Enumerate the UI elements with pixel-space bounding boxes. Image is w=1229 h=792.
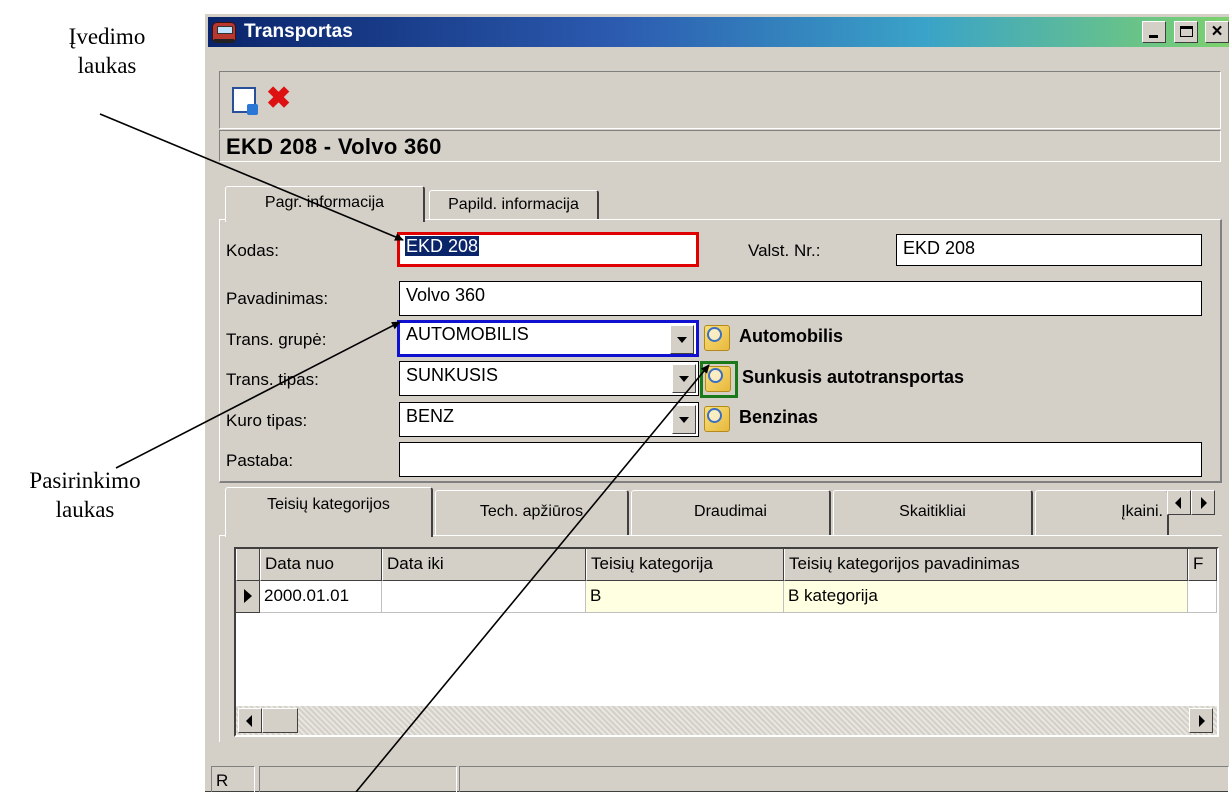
scroll-left-button[interactable]	[238, 708, 262, 733]
column-header-date-to[interactable]: Data iki	[382, 549, 586, 581]
title-bar[interactable]: Transportas ×	[208, 17, 1229, 47]
license-categories-grid: Data nuo Data iki Teisių kategorija Teis…	[234, 547, 1219, 737]
fuel-description: Benzinas	[739, 407, 819, 427]
column-header-date-from[interactable]: Data nuo	[260, 549, 382, 581]
main-info-panel: Kodas: EKD 208 Valst. Nr.: EKD 208 Pavad…	[219, 219, 1222, 483]
type-lookup-icon[interactable]	[705, 366, 731, 392]
group-select[interactable]: AUTOMOBILIS	[397, 320, 699, 357]
annotation-input-field-line2: laukas	[77, 53, 137, 78]
note-label: Pastaba:	[226, 451, 294, 470]
plate-input[interactable]: EKD 208	[896, 234, 1202, 266]
close-icon: ×	[1211, 21, 1223, 42]
column-header-partial[interactable]: F	[1188, 549, 1217, 581]
note-input[interactable]	[399, 442, 1202, 477]
horizontal-scrollbar[interactable]	[236, 706, 1217, 735]
maximize-button[interactable]	[1173, 21, 1198, 43]
record-header: EKD 208 - Volvo 360	[219, 130, 1221, 162]
new-document-icon[interactable]	[232, 87, 258, 115]
type-dropdown-button[interactable]	[672, 364, 696, 393]
scroll-thumb[interactable]	[262, 708, 298, 733]
status-panel-mode: R	[211, 766, 255, 792]
status-panel-3	[459, 766, 1229, 792]
minimize-button[interactable]	[1142, 21, 1167, 43]
name-input[interactable]: Volvo 360	[399, 281, 1202, 316]
group-description: Automobilis	[739, 326, 843, 346]
fuel-label: Kuro tipas:	[226, 411, 308, 430]
fuel-select[interactable]: BENZ	[399, 402, 699, 437]
group-select-value: AUTOMOBILIS	[406, 324, 529, 344]
type-select-value: SUNKUSIS	[406, 365, 499, 385]
close-button[interactable]: ×	[1205, 21, 1229, 43]
tab-prices[interactable]: Įkaini.	[1035, 490, 1169, 535]
grid-corner	[236, 549, 260, 581]
scroll-right-button[interactable]	[1189, 708, 1213, 733]
type-select[interactable]: SUNKUSIS	[399, 361, 699, 396]
annotation-selection-field-line2: laukas	[55, 497, 115, 522]
tab-main-info[interactable]: Pagr. informacija	[225, 186, 425, 222]
tab-extra-info[interactable]: Papild. informacija	[429, 190, 599, 220]
toolbar: ✖	[219, 71, 1221, 129]
row-indicator-icon	[236, 581, 260, 613]
group-dropdown-button[interactable]	[670, 325, 694, 354]
delete-icon[interactable]: ✖	[266, 84, 291, 114]
group-label: Trans. grupė:	[226, 330, 327, 349]
type-label: Trans. tipas:	[226, 370, 319, 389]
annotation-input-field-line1: Įvedimo	[68, 24, 146, 49]
cell-category[interactable]: B	[586, 581, 784, 613]
minimize-icon	[1149, 35, 1159, 38]
status-panel-2	[259, 766, 457, 792]
status-bar: R	[209, 766, 1229, 792]
annotation-selection-field-line1: Pasirinkimo	[29, 468, 141, 493]
tab-prices-label: Įkaini.	[1121, 503, 1163, 520]
group-lookup-icon[interactable]	[704, 325, 730, 351]
fuel-lookup-icon[interactable]	[704, 406, 730, 432]
code-input[interactable]: EKD 208	[397, 232, 699, 267]
cell-date-to[interactable]	[382, 581, 586, 613]
cell-extra[interactable]	[1188, 581, 1217, 613]
name-label: Pavadinimas:	[226, 289, 329, 308]
license-categories-panel: Data nuo Data iki Teisių kategorija Teis…	[219, 535, 1222, 742]
tab-meters[interactable]: Skaitikliai	[833, 490, 1033, 535]
tab-tech-inspections[interactable]: Tech. apžiūros	[435, 490, 629, 535]
tab-scroll-right-button[interactable]	[1191, 490, 1215, 515]
window-title: Transportas	[244, 21, 353, 42]
plate-label: Valst. Nr.:	[748, 241, 821, 260]
fuel-select-value: BENZ	[406, 406, 455, 426]
column-header-category-name[interactable]: Teisių kategorijos pavadinimas	[784, 549, 1188, 581]
tab-insurance[interactable]: Draudimai	[631, 490, 831, 535]
cell-category-name[interactable]: B kategorija	[784, 581, 1188, 613]
annotation-selection-field: Pasirinkimo laukas	[0, 466, 170, 524]
tab-license-categories[interactable]: Teisių kategorijos	[225, 487, 433, 537]
fuel-dropdown-button[interactable]	[672, 405, 696, 434]
code-input-value: EKD 208	[405, 236, 480, 256]
type-description: Sunkusis autotransportas	[742, 367, 965, 387]
maximize-icon	[1179, 26, 1193, 37]
annotation-input-field: Įvedimo laukas	[22, 22, 192, 80]
cell-date-from[interactable]: 2000.01.01	[260, 581, 382, 613]
column-header-category[interactable]: Teisių kategorija	[586, 549, 784, 581]
tab-scroll-left-button[interactable]	[1167, 490, 1191, 515]
car-icon	[212, 22, 236, 43]
window-controls: ×	[1140, 21, 1229, 43]
code-label: Kodas:	[226, 241, 279, 260]
transport-window: Transportas × ✖ EKD 208 - Volvo 360 Pagr…	[203, 12, 1229, 792]
